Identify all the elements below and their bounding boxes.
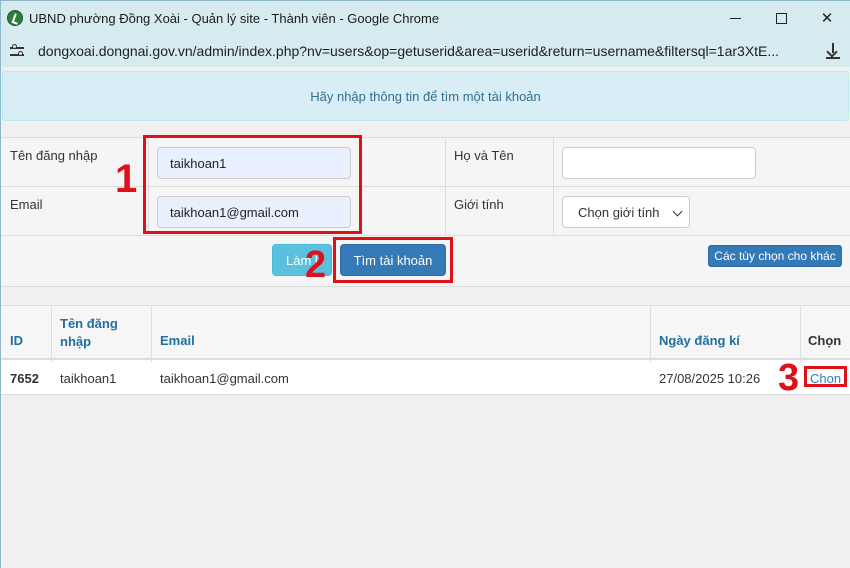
results-table: ID Tên đăng nhập Email Ngày đăng kí Chọn… — [1, 305, 850, 396]
header-username-line2: nhập — [60, 334, 92, 349]
page-content: Hãy nhập thông tin để tìm một tài khoản … — [1, 67, 850, 568]
site-settings-icon[interactable] — [10, 44, 26, 58]
table-row: 7652 taikhoan1 taikhoan1@gmail.com 27/08… — [1, 362, 850, 395]
close-icon: ✕ — [820, 10, 834, 27]
header-username-line1: Tên đăng — [60, 316, 118, 331]
cell-id: 7652 — [10, 371, 39, 386]
fullname-label: Họ và Tên — [454, 148, 514, 163]
download-icon[interactable] — [825, 43, 841, 59]
header-username: Tên đăng nhập — [60, 315, 118, 351]
header-id: ID — [10, 333, 23, 348]
annotation-box-1 — [143, 135, 362, 234]
close-button[interactable]: ✕ — [804, 1, 850, 35]
gender-label: Giới tính — [454, 197, 504, 212]
header-choose: Chọn — [808, 333, 842, 348]
annotation-number-3: 3 — [778, 357, 800, 399]
gender-select[interactable]: Chọn giới tính — [562, 196, 690, 228]
more-options-button[interactable]: Các tùy chọn cho khác — [708, 245, 842, 267]
username-label: Tên đăng nhập — [10, 148, 98, 163]
maximize-button[interactable] — [758, 1, 804, 35]
annotation-box-3 — [804, 366, 847, 387]
cell-registered: 27/08/2025 10:26 — [659, 371, 761, 386]
table-header: ID Tên đăng nhập Email Ngày đăng kí Chọn — [1, 306, 850, 360]
gender-selected-value: Chọn giới tính — [578, 204, 660, 220]
address-bar: dongxoai.dongnai.gov.vn/admin/index.php?… — [1, 35, 850, 67]
header-registered: Ngày đăng kí — [659, 333, 740, 348]
annotation-box-2 — [333, 237, 453, 283]
site-logo-icon — [7, 10, 23, 26]
info-message: Hãy nhập thông tin để tìm một tài khoản — [2, 71, 849, 121]
cell-email: taikhoan1@gmail.com — [160, 371, 289, 386]
title-bar: UBND phường Đồng Xoài - Quản lý site - T… — [1, 1, 850, 35]
cell-username: taikhoan1 — [60, 371, 117, 386]
minimize-button[interactable] — [712, 1, 758, 35]
header-email: Email — [160, 333, 195, 348]
annotation-number-1: 1 — [115, 157, 138, 201]
minimize-icon — [729, 17, 741, 19]
annotation-number-2: 2 — [305, 244, 327, 286]
fullname-input[interactable] — [562, 147, 756, 179]
chevron-down-icon — [672, 206, 683, 217]
browser-window: UBND phường Đồng Xoài - Quản lý site - T… — [0, 0, 850, 568]
email-label: Email — [10, 197, 43, 212]
maximize-icon — [775, 12, 787, 24]
window-title: UBND phường Đồng Xoài - Quản lý site - T… — [29, 10, 440, 26]
url-text[interactable]: dongxoai.dongnai.gov.vn/admin/index.php?… — [38, 43, 808, 59]
